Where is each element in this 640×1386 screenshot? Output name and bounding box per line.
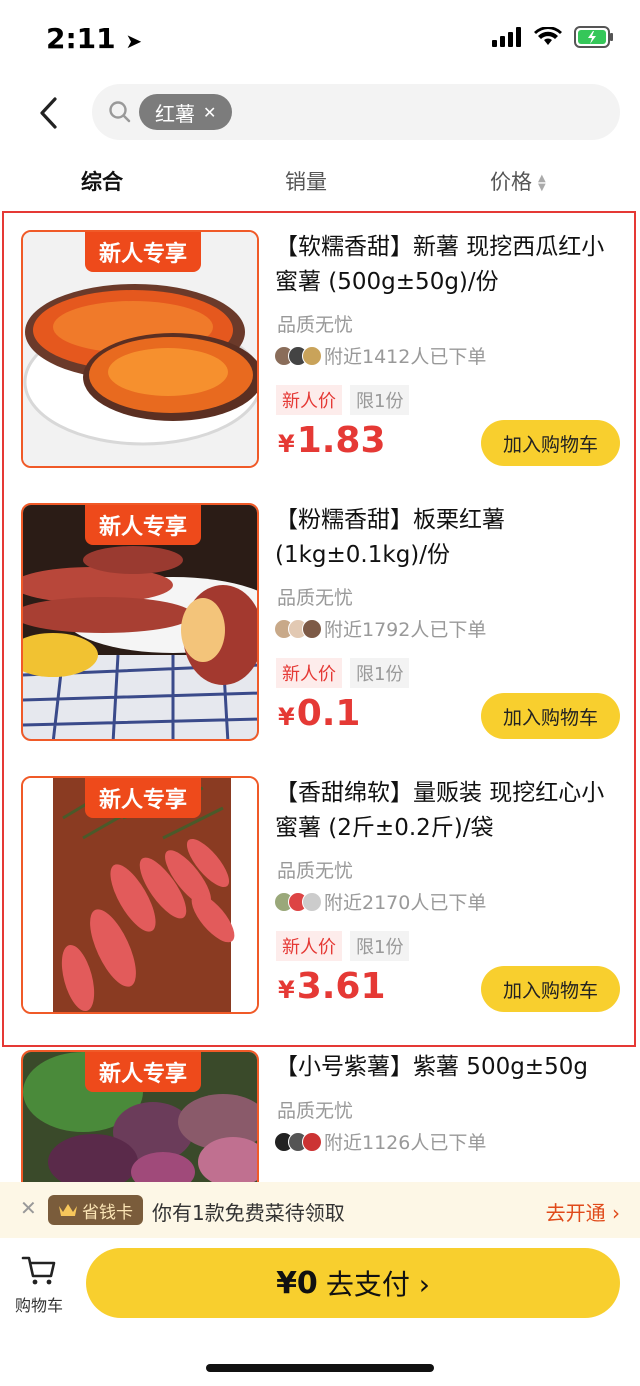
promo-badge: 新人专享: [85, 778, 202, 818]
buyer-avatars: [274, 618, 322, 639]
add-to-cart-button[interactable]: 加入购物车: [481, 966, 620, 1012]
tab-price[interactable]: 价格 ▲ ▼: [490, 166, 546, 196]
limit-tag: 限1份: [350, 385, 410, 415]
new-user-price-tag: 新人价: [276, 385, 342, 415]
buyers-count: 附近1412人已下单: [324, 346, 487, 368]
product-card[interactable]: 新人专享 【小号紫薯】紫薯 500g±50g 品质无忧 附近1126人已下单: [0, 1050, 640, 1182]
pay-amount: ¥0: [276, 1265, 318, 1301]
product-title[interactable]: 【香甜绵软】量贩装 现挖红心小蜜薯 (2斤±0.2斤)/袋: [275, 776, 625, 846]
saver-card-badge: 省钱卡: [48, 1195, 143, 1225]
buyers-info: 附近2170人已下单: [274, 888, 486, 915]
search-tag-chip[interactable]: 红薯 ✕: [139, 94, 233, 130]
buyer-avatars: [274, 1131, 322, 1152]
home-indicator: [206, 1364, 434, 1372]
cart-icon: [21, 1256, 56, 1285]
product-card[interactable]: 新人专享 【粉糯香甜】板栗红薯 (1kg±0.1kg)/份 品质无忧 附近179…: [0, 503, 640, 765]
cart-tab[interactable]: 购物车: [10, 1254, 68, 1316]
add-to-cart-button[interactable]: 加入购物车: [481, 693, 620, 739]
product-image[interactable]: 新人专享: [21, 503, 259, 741]
wifi-icon: [534, 27, 562, 45]
product-title[interactable]: 【粉糯香甜】板栗红薯 (1kg±0.1kg)/份: [275, 503, 625, 573]
promo-text: 你有1款免费菜待领取: [152, 1201, 345, 1225]
product-title[interactable]: 【软糯香甜】新薯 现挖西瓜红小蜜薯 (500g±50g)/份: [275, 230, 625, 300]
buyer-avatars: [274, 891, 322, 912]
tab-overall[interactable]: 综合: [81, 166, 123, 196]
checkout-button[interactable]: ¥0 去支付 ›: [86, 1248, 620, 1318]
limit-tag: 限1份: [350, 931, 410, 961]
bottom-bar: 购物车 ¥0 去支付 ›: [0, 1238, 640, 1386]
quality-label: 品质无忧: [277, 1100, 354, 1122]
pay-label: 去支付 ›: [325, 1268, 430, 1301]
limit-tag: 限1份: [350, 658, 410, 688]
search-row: 红薯 ✕: [0, 84, 640, 142]
promo-badge: 新人专享: [85, 232, 202, 272]
buyers-count: 附近1126人已下单: [324, 1132, 487, 1154]
sort-tabs: 综合 销量 价格 ▲ ▼: [0, 160, 640, 204]
product-price: ¥3.61: [278, 966, 386, 1007]
status-time: 2:11 ➤: [46, 22, 143, 55]
back-button[interactable]: [28, 90, 68, 136]
search-tag-label: 红薯: [155, 101, 195, 126]
new-user-price-tag: 新人价: [276, 658, 342, 688]
tab-sales[interactable]: 销量: [285, 166, 327, 196]
product-image[interactable]: 新人专享: [21, 230, 259, 468]
price-tags: 新人价 限1份: [276, 658, 410, 688]
close-icon[interactable]: ✕: [203, 103, 216, 122]
buyers-count: 附近2170人已下单: [324, 892, 487, 914]
promo-bar: ✕ 省钱卡 你有1款免费菜待领取 去开通 ›: [0, 1182, 640, 1238]
status-icons: [492, 26, 614, 48]
search-icon: [109, 101, 131, 123]
product-image[interactable]: 新人专享: [21, 1050, 259, 1182]
buyers-count: 附近1792人已下单: [324, 619, 487, 641]
price-tags: 新人价 限1份: [276, 385, 410, 415]
product-card[interactable]: 新人专享 【香甜绵软】量贩装 现挖红心小蜜薯 (2斤±0.2斤)/袋 品质无忧 …: [0, 776, 640, 1038]
product-price: ¥1.83: [278, 420, 386, 461]
signal-icon: [492, 27, 521, 47]
battery-icon: [574, 26, 613, 48]
product-price: ¥0.1: [278, 693, 361, 734]
quality-label: 品质无忧: [277, 314, 354, 336]
buyers-info: 附近1412人已下单: [274, 342, 486, 369]
new-user-price-tag: 新人价: [276, 931, 342, 961]
saver-card-label: 省钱卡: [82, 1202, 133, 1223]
status-bar: 2:11 ➤: [0, 0, 640, 80]
quality-label: 品质无忧: [277, 860, 354, 882]
product-image[interactable]: 新人专享: [21, 776, 259, 1014]
buyers-info: 附近1126人已下单: [274, 1128, 486, 1155]
activate-link[interactable]: 去开通 ›: [546, 1197, 620, 1226]
quality-label: 品质无忧: [277, 587, 354, 609]
add-to-cart-button[interactable]: 加入购物车: [481, 420, 620, 466]
sort-arrows-icon: ▲ ▼: [538, 173, 546, 193]
price-tags: 新人价 限1份: [276, 931, 410, 961]
crown-icon: [59, 1204, 77, 1216]
search-box[interactable]: 红薯 ✕: [92, 84, 620, 140]
close-icon[interactable]: ✕: [20, 1196, 37, 1220]
product-title[interactable]: 【小号紫薯】紫薯 500g±50g: [275, 1050, 625, 1085]
promo-badge: 新人专享: [85, 1052, 202, 1092]
back-arrow-icon: [40, 97, 57, 129]
buyers-info: 附近1792人已下单: [274, 615, 486, 642]
cart-label: 购物车: [14, 1296, 63, 1315]
promo-badge: 新人专享: [85, 505, 202, 545]
buyer-avatars: [274, 345, 322, 366]
tab-price-label: 价格: [490, 170, 532, 194]
product-card[interactable]: 新人专享 【软糯香甜】新薯 现挖西瓜红小蜜薯 (500g±50g)/份 品质无忧…: [0, 230, 640, 492]
